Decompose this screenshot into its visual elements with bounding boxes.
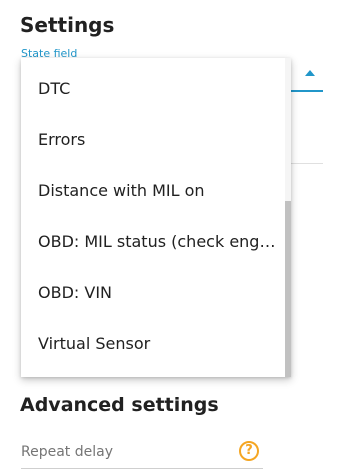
caret-up-icon[interactable]: [305, 70, 315, 76]
advanced-settings-title: Advanced settings: [20, 394, 219, 416]
repeat-delay-underline: [21, 468, 263, 469]
dropdown-option-obd-mil-status[interactable]: OBD: MIL status (check engi...: [21, 216, 291, 267]
state-field-dropdown[interactable]: DTC Errors Distance with MIL on OBD: MIL…: [21, 58, 291, 377]
dropdown-option-obd-vin[interactable]: OBD: VIN: [21, 267, 291, 318]
settings-page: Settings State field DTC Errors Distance…: [0, 0, 358, 474]
repeat-delay-field[interactable]: Repeat delay: [21, 443, 113, 461]
dropdown-option-errors[interactable]: Errors: [21, 114, 291, 165]
dropdown-option-virtual-sensor[interactable]: Virtual Sensor: [21, 318, 291, 369]
dropdown-option-dtc[interactable]: DTC: [21, 63, 291, 114]
dropdown-option-distance-with-mil-on[interactable]: Distance with MIL on: [21, 165, 291, 216]
page-title: Settings: [20, 13, 115, 37]
help-circle-icon[interactable]: ?: [239, 441, 259, 461]
dropdown-scrollbar-thumb[interactable]: [285, 201, 291, 377]
dropdown-options-list: DTC Errors Distance with MIL on OBD: MIL…: [21, 63, 291, 369]
